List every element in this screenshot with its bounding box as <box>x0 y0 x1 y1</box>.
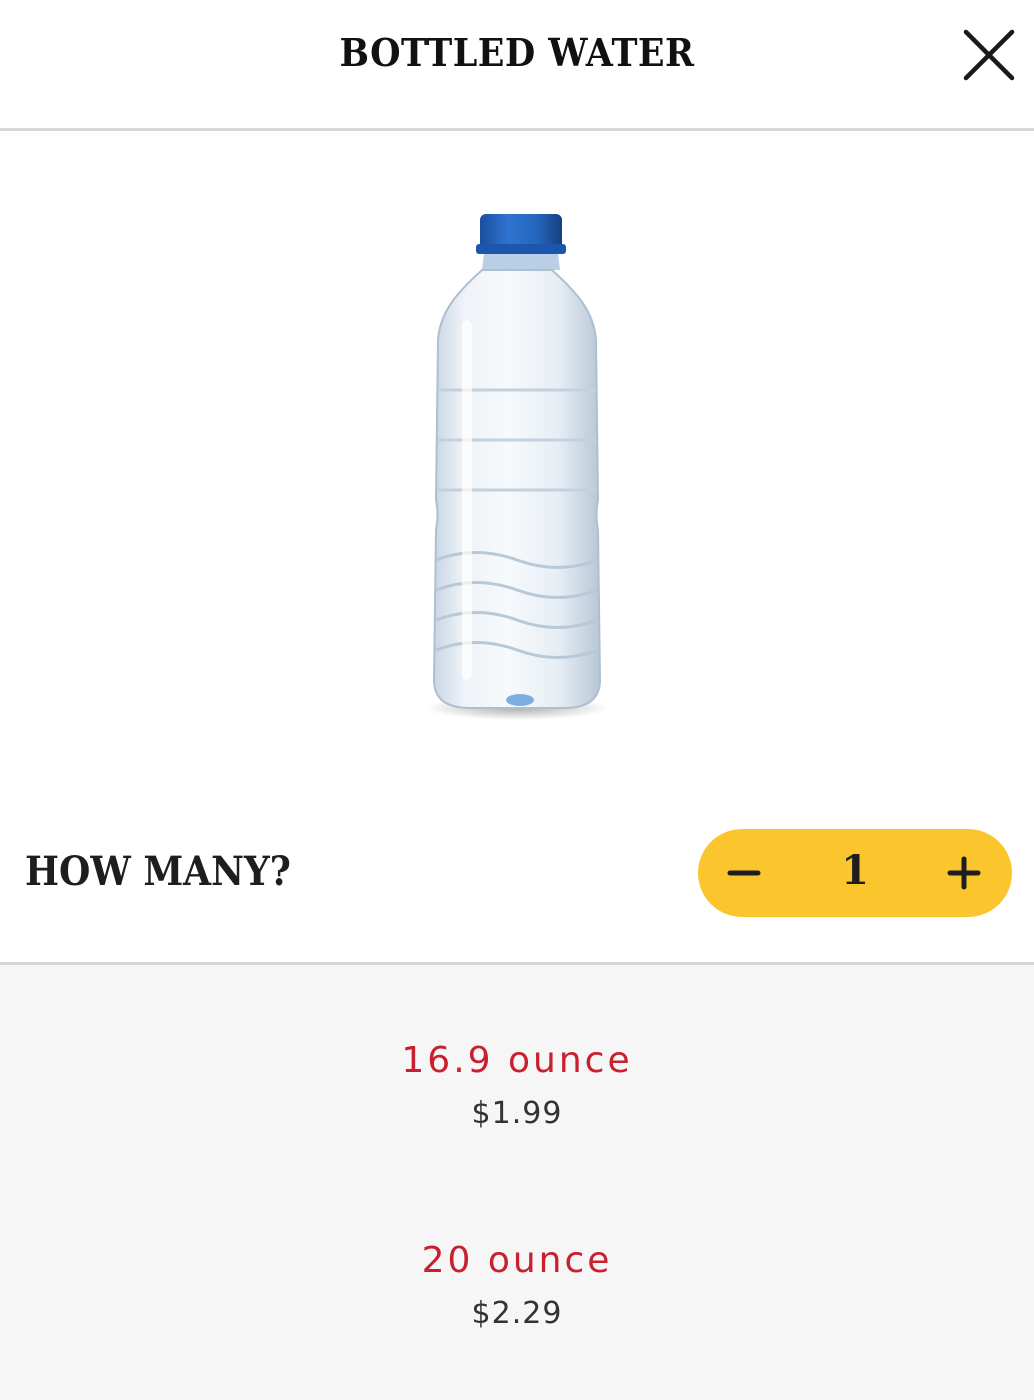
quantity-value: 1 <box>841 847 869 894</box>
page-title: BOTTLED WATER <box>339 30 695 75</box>
header: BOTTLED WATER <box>0 0 1034 131</box>
close-button[interactable] <box>956 24 1020 88</box>
product-image <box>400 200 634 730</box>
quantity-row: HOW MANY? 1 <box>0 800 1034 963</box>
option-price-label: $2.29 <box>471 1296 563 1331</box>
option-size-label: 16.9 ounce <box>401 1040 633 1081</box>
water-bottle-image <box>425 214 609 720</box>
plus-icon <box>947 856 981 890</box>
size-option-16-9-ounce[interactable]: 16.9 ounce $1.99 <box>0 1033 1034 1183</box>
increment-button[interactable] <box>934 843 994 903</box>
quantity-label: HOW MANY? <box>25 848 291 895</box>
option-size-label: 20 ounce <box>421 1240 613 1281</box>
option-price-label: $1.99 <box>471 1096 563 1131</box>
product-detail-page: BOTTLED WATER HOW MANY? 1 16.9 ounce $1.… <box>0 0 1034 1400</box>
quantity-stepper: 1 <box>698 829 1012 917</box>
size-options-list: 16.9 ounce $1.99 20 ounce $2.29 <box>0 965 1034 1400</box>
close-icon <box>963 29 1015 81</box>
minus-icon <box>727 870 761 876</box>
decrement-button[interactable] <box>716 843 776 903</box>
size-option-20-ounce[interactable]: 20 ounce $2.29 <box>0 1233 1034 1383</box>
